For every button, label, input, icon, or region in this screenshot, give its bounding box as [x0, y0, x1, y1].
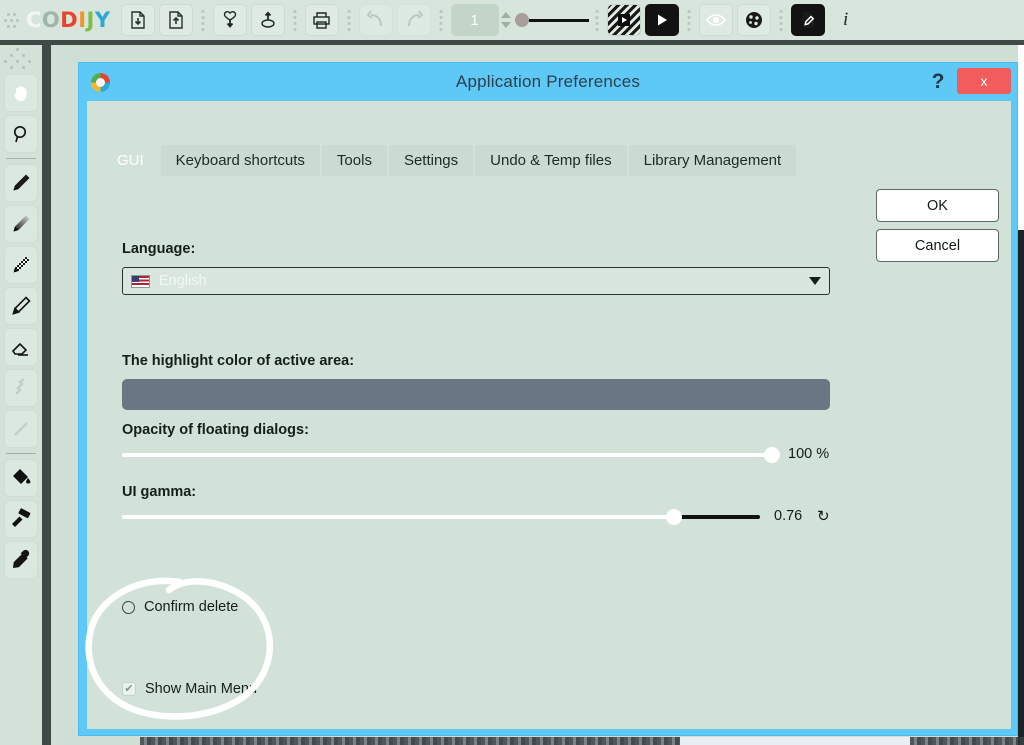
page-number-field[interactable]: 1 [451, 4, 499, 36]
opacity-value: 100 % [788, 446, 829, 462]
chevron-down-icon[interactable] [809, 277, 821, 285]
logo-letter: D [60, 8, 78, 32]
toolbar-separator [589, 6, 605, 34]
main-toolbar: CODIJY [0, 0, 1024, 40]
print-icon[interactable] [305, 4, 339, 36]
show-main-menu-label: Show Main Menu [145, 681, 257, 697]
sidebar-drag-handle[interactable] [0, 45, 42, 71]
toolbar-separator [433, 6, 449, 34]
compare-icon[interactable] [607, 4, 641, 36]
dialog-body: GUI Keyboard shortcuts Tools Settings Un… [87, 101, 1011, 729]
close-icon[interactable]: x [957, 68, 1011, 94]
export-icon[interactable] [251, 4, 285, 36]
language-selected-value: English [159, 273, 207, 289]
confirm-delete-checkbox[interactable]: Confirm delete [122, 599, 238, 615]
cancel-button[interactable]: Cancel [876, 229, 999, 262]
edit-document-icon[interactable] [791, 4, 825, 36]
us-flag-icon [131, 275, 150, 288]
highlight-color-swatch[interactable] [122, 379, 830, 410]
toolbar-separator [195, 6, 211, 34]
application-preferences-dialog: Application Preferences ? x GUI Keyboard… [78, 62, 1018, 736]
app-logo: CODIJY [26, 8, 111, 32]
confirm-delete-label: Confirm delete [144, 599, 238, 615]
eye-icon[interactable] [699, 4, 733, 36]
pencil-tool[interactable] [4, 164, 38, 202]
highlight-color-label: The highlight color of active area: [122, 353, 354, 369]
opacity-slider-track[interactable] [122, 453, 772, 457]
toolbar-separator [773, 6, 789, 34]
gamma-reset-icon[interactable]: ↻ [817, 507, 830, 525]
tab-gui[interactable]: GUI [102, 145, 161, 176]
opacity-slider[interactable]: 100 % [122, 446, 867, 464]
bottom-filmstrip-selected[interactable] [680, 737, 910, 745]
squiggle-tool[interactable] [4, 369, 38, 407]
dialog-title-text: Application Preferences [456, 72, 640, 92]
opacity-label: Opacity of floating dialogs: [122, 422, 309, 438]
logo-letter: C [26, 8, 42, 32]
opacity-slider-knob[interactable] [764, 447, 780, 463]
hand-tool[interactable] [4, 74, 38, 112]
toolbar-separator [341, 6, 357, 34]
gamma-slider-track-right[interactable] [674, 515, 760, 519]
brush-size-slider[interactable] [515, 13, 589, 27]
tab-settings[interactable]: Settings [389, 145, 475, 176]
slider-knob[interactable] [515, 13, 529, 27]
right-panel-edge-light [1018, 45, 1024, 230]
gamma-slider-track-left[interactable] [122, 515, 674, 519]
logo-letter: I [78, 8, 86, 32]
pattern-pencil-tool[interactable] [4, 246, 38, 284]
logo-letter: Y [95, 8, 111, 32]
gamma-value: 0.76 [774, 508, 802, 524]
tab-keyboard-shortcuts[interactable]: Keyboard shortcuts [161, 145, 322, 176]
dialog-title-bar[interactable]: Application Preferences ? x [79, 63, 1017, 101]
outline-pencil-tool[interactable] [4, 287, 38, 325]
toolbar-separator [681, 6, 697, 34]
checkbox-checked-icon[interactable]: ✔ [122, 682, 136, 696]
toolbar-drag-handle[interactable] [0, 5, 22, 35]
fill-tool[interactable] [4, 459, 38, 497]
redo-icon[interactable] [397, 4, 431, 36]
help-icon[interactable]: ? [927, 69, 949, 95]
right-panel-edge-dark[interactable] [1018, 230, 1024, 745]
toolbar-divider [0, 40, 1024, 45]
stamp-tool[interactable] [4, 500, 38, 538]
tools-sidebar [0, 45, 42, 745]
undo-icon[interactable] [359, 4, 393, 36]
sidebar-edge-divider [42, 45, 51, 745]
app-color-wheel-icon [91, 73, 110, 92]
gamma-label: UI gamma: [122, 484, 196, 500]
language-label: Language: [122, 241, 195, 257]
stepper-up-icon[interactable] [501, 12, 511, 18]
eyedropper-tool[interactable] [4, 541, 38, 579]
logo-letter: O [42, 8, 60, 32]
checkbox-unchecked-icon[interactable] [122, 601, 135, 614]
tab-tools[interactable]: Tools [322, 145, 389, 176]
sidebar-divider [6, 158, 36, 159]
zoom-tool[interactable] [4, 115, 38, 153]
open-file-icon[interactable] [121, 4, 155, 36]
slider-track[interactable] [529, 19, 589, 22]
page-number-stepper[interactable] [499, 4, 513, 36]
gradient-pencil-tool[interactable] [4, 205, 38, 243]
tab-library-management[interactable]: Library Management [629, 145, 799, 176]
sidebar-divider [6, 453, 36, 454]
info-icon[interactable]: i [829, 4, 863, 36]
gamma-slider[interactable]: 0.76 ↻ [122, 508, 867, 526]
show-main-menu-checkbox[interactable]: ✔ Show Main Menu [122, 681, 257, 697]
stepper-down-icon[interactable] [501, 22, 511, 28]
play-icon[interactable] [645, 4, 679, 36]
logo-letter: J [87, 8, 95, 32]
import-icon[interactable] [213, 4, 247, 36]
language-select[interactable]: English [122, 267, 830, 295]
application-window: CODIJY [0, 0, 1024, 745]
ok-button[interactable]: OK [876, 189, 999, 222]
palette-icon[interactable] [737, 4, 771, 36]
toolbar-separator [287, 6, 303, 34]
tab-undo-temp-files[interactable]: Undo & Temp files [475, 145, 628, 176]
gamma-slider-knob[interactable] [666, 509, 682, 525]
line-tool[interactable] [4, 410, 38, 448]
preferences-tabs: GUI Keyboard shortcuts Tools Settings Un… [102, 145, 798, 176]
eraser-tool[interactable] [4, 328, 38, 366]
save-file-icon[interactable] [159, 4, 193, 36]
